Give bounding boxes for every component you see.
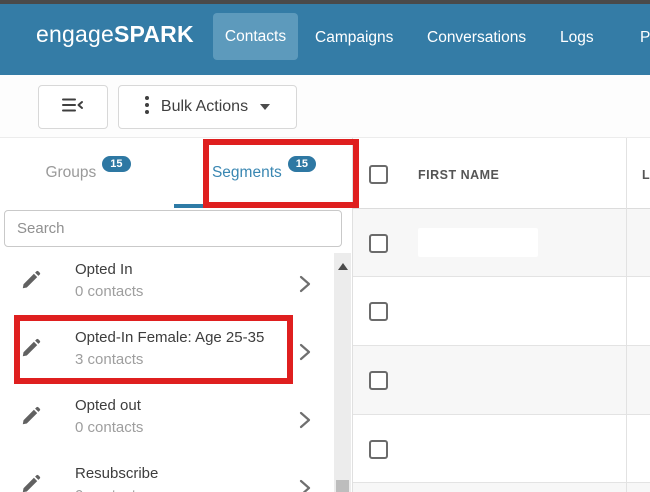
chevron-right-icon[interactable]: [299, 410, 311, 435]
table-row[interactable]: [353, 415, 650, 483]
segments-count-badge: 15: [288, 156, 316, 172]
list-item-opted-in-female-age-25-35[interactable]: Opted-In Female: Age 25-35 3 contacts: [0, 321, 334, 389]
segment-contact-count: 3 contacts: [75, 351, 143, 368]
table-row[interactable]: [353, 277, 650, 346]
row-checkbox[interactable]: [369, 371, 388, 390]
segment-contact-count: 0 contacts: [75, 283, 143, 300]
contacts-table: FIRST NAME L: [352, 138, 650, 492]
dropdown-caret-icon: [260, 104, 270, 110]
collapse-sidebar-button[interactable]: [38, 85, 108, 129]
search-input[interactable]: [4, 210, 342, 247]
edit-pencil-icon[interactable]: [21, 338, 41, 363]
tab-segments[interactable]: Segments 15: [176, 138, 352, 208]
logo-text-engage: engage: [36, 21, 114, 47]
tab-groups-label: Groups: [45, 164, 96, 182]
nav-item-conversations[interactable]: Conversations: [427, 29, 526, 47]
chevron-right-icon[interactable]: [299, 342, 311, 367]
segment-contact-count: 0 contacts: [75, 419, 143, 436]
table-row[interactable]: [353, 209, 650, 277]
row-checkbox[interactable]: [369, 302, 388, 321]
nav-item-clipped[interactable]: P: [640, 29, 650, 47]
app-window: engageSPARK Contacts Campaigns Conversat…: [0, 0, 650, 492]
table-row-partial[interactable]: [353, 483, 650, 492]
list-item-opted-in[interactable]: Opted In 0 contacts: [0, 253, 334, 321]
tab-segments-label: Segments: [212, 164, 282, 182]
segment-list: Opted In 0 contacts Opted-In Female: Age…: [0, 247, 334, 492]
edit-pencil-icon[interactable]: [21, 406, 41, 431]
scrollbar-thumb[interactable]: [336, 480, 349, 492]
logo-text-spark: SPARK: [114, 21, 194, 47]
chevron-right-icon[interactable]: [299, 478, 311, 492]
select-all-checkbox[interactable]: [369, 165, 388, 184]
bulk-actions-button[interactable]: Bulk Actions: [118, 85, 297, 129]
column-header-last-name-clipped: L: [642, 168, 650, 182]
segment-name: Opted out: [75, 397, 141, 414]
list-scrollbar[interactable]: [334, 253, 351, 492]
groups-count-badge: 15: [102, 156, 130, 172]
bulk-actions-label: Bulk Actions: [161, 98, 248, 116]
active-tab-underline: [174, 204, 355, 208]
segment-name: Opted-In Female: Age 25-35: [75, 329, 264, 346]
column-divider: [626, 138, 627, 492]
segment-name: Opted In: [75, 261, 133, 278]
edit-pencil-icon[interactable]: [21, 270, 41, 295]
table-header-row: FIRST NAME L: [353, 138, 650, 209]
toolbar: Bulk Actions: [0, 75, 650, 138]
table-row[interactable]: [353, 346, 650, 415]
tab-groups[interactable]: Groups 15: [0, 138, 176, 208]
top-navbar: engageSPARK Contacts Campaigns Conversat…: [0, 4, 650, 75]
collapse-panel-icon: [62, 97, 84, 118]
chevron-right-icon[interactable]: [299, 274, 311, 299]
vertical-ellipsis-icon: [145, 96, 149, 119]
engagespark-logo[interactable]: engageSPARK: [36, 21, 194, 48]
scroll-up-arrow-icon[interactable]: [338, 263, 348, 270]
column-header-first-name: FIRST NAME: [418, 168, 499, 182]
row-checkbox[interactable]: [369, 234, 388, 253]
row-checkbox[interactable]: [369, 440, 388, 459]
nav-item-campaigns[interactable]: Campaigns: [315, 29, 393, 47]
segment-name: Resubscribe: [75, 465, 158, 482]
nav-item-logs[interactable]: Logs: [560, 29, 594, 47]
list-item-opted-out[interactable]: Opted out 0 contacts: [0, 389, 334, 457]
redacted-cell-value: [418, 228, 538, 257]
list-item-resubscribe[interactable]: Resubscribe 0 contacts: [0, 457, 334, 492]
segment-contact-count: 0 contacts: [75, 487, 143, 492]
edit-pencil-icon[interactable]: [21, 474, 41, 492]
nav-item-contacts[interactable]: Contacts: [213, 13, 298, 60]
